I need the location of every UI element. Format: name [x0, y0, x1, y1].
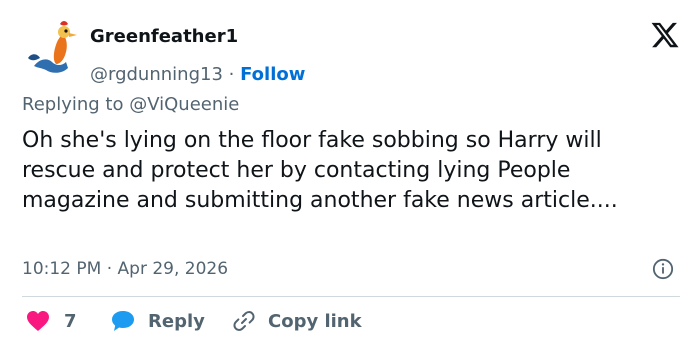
reply-mention-link[interactable]: @ViQueenie	[129, 94, 239, 115]
divider	[22, 296, 680, 297]
reply-label: Reply	[148, 310, 205, 332]
x-logo-icon[interactable]	[650, 20, 680, 50]
tweet-timestamp[interactable]: 10:12 PM · Apr 29, 2026	[22, 259, 228, 279]
separator-dot: ·	[228, 64, 235, 85]
user-handle[interactable]: @rgdunning13	[90, 64, 223, 85]
copy-link-button[interactable]: Copy link	[232, 306, 362, 336]
tweet-text: Oh she's lying on the floor fake sobbing…	[22, 128, 618, 213]
info-icon[interactable]	[652, 258, 674, 280]
display-name[interactable]: Greenfeather1	[90, 26, 238, 47]
action-bar: 7 Reply Copy link	[22, 306, 680, 336]
follow-button[interactable]: Follow	[240, 64, 305, 85]
replying-prefix: Replying to	[22, 94, 124, 115]
handle-line: @rgdunning13 · Follow	[90, 64, 305, 85]
copy-link-label: Copy link	[268, 310, 362, 332]
avatar[interactable]	[22, 18, 82, 78]
reply-button[interactable]: Reply	[110, 306, 205, 336]
heart-icon	[27, 311, 49, 331]
tweet-header: Greenfeather1 @rgdunning13 · Follow	[22, 16, 680, 86]
like-button[interactable]: 7	[26, 306, 77, 336]
reply-bubble-icon	[112, 311, 134, 331]
link-icon	[233, 311, 255, 331]
like-count: 7	[64, 310, 77, 332]
replying-to: Replying to @ViQueenie	[22, 94, 239, 115]
